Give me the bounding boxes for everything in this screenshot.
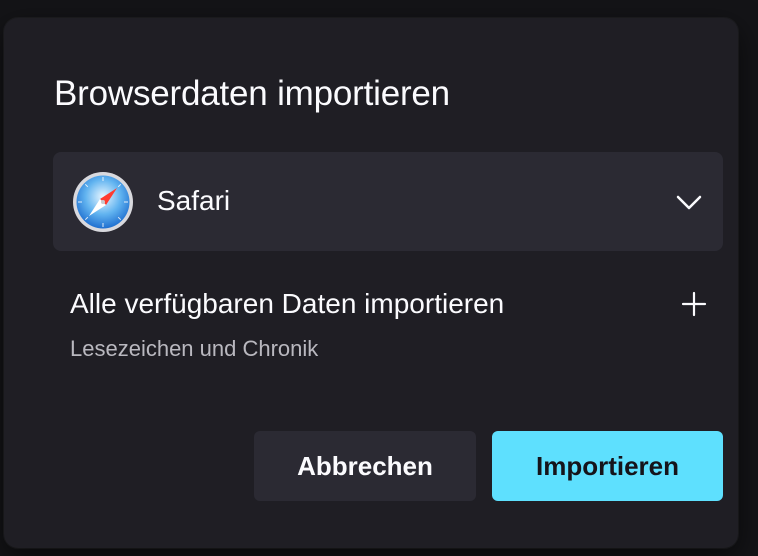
import-button[interactable]: Importieren (492, 431, 723, 501)
selected-browser-label: Safari (157, 185, 231, 216)
browser-source-dropdown[interactable]: Safari (53, 152, 723, 251)
dialog-title: Browserdaten importieren (54, 74, 450, 113)
import-all-data-subtitle: Lesezeichen und Chronik (70, 336, 319, 361)
import-all-data-option: Alle verfügbaren Daten importieren Lesez… (70, 288, 710, 368)
import-all-data-title: Alle verfügbaren Daten importieren (70, 288, 505, 319)
safari-compass-icon (72, 171, 134, 233)
import-browser-data-dialog: Browserdaten importieren Safari Alle ver… (4, 18, 738, 548)
plus-icon[interactable] (678, 288, 710, 320)
cancel-button[interactable]: Abbrechen (254, 431, 476, 501)
chevron-down-icon (675, 188, 703, 216)
